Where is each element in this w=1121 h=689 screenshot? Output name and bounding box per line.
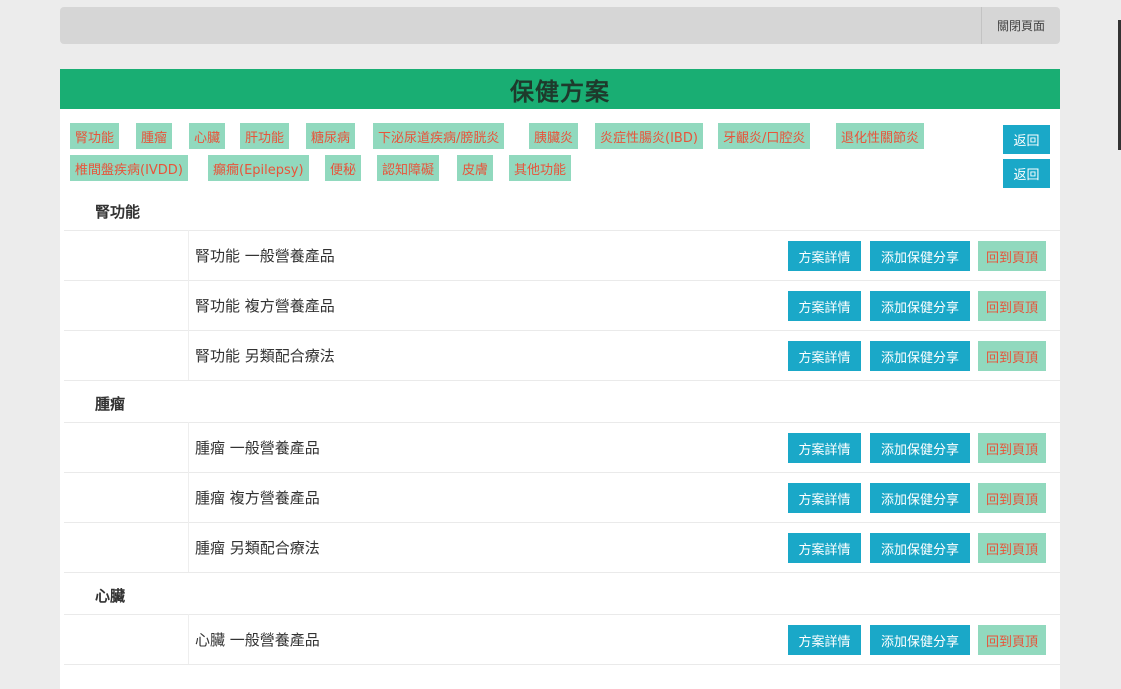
divider xyxy=(64,472,1060,473)
row-separator xyxy=(188,230,189,280)
tag-arthritis[interactable]: 退化性關節炎 xyxy=(836,123,925,149)
tag-pancreatitis[interactable]: 胰臟炎 xyxy=(529,123,579,149)
row-separator xyxy=(188,522,189,572)
plan-detail-button[interactable]: 方案詳情 xyxy=(788,433,861,463)
row-separator xyxy=(188,280,189,330)
divider xyxy=(64,330,1060,331)
plan-item-name: 腫瘤 一般營養產品 xyxy=(195,439,320,457)
back-button-2[interactable]: 返回 xyxy=(1003,159,1050,188)
divider xyxy=(64,230,1060,231)
divider xyxy=(64,422,1060,423)
category-header-kidney: 腎功能 xyxy=(95,203,141,221)
plan-detail-button[interactable]: 方案詳情 xyxy=(788,625,861,655)
category-header-tumor: 腫瘤 xyxy=(95,395,126,413)
divider xyxy=(64,572,1060,573)
add-health-share-button[interactable]: 添加保健分享 xyxy=(870,291,970,321)
back-to-top-button[interactable]: 回到頁頂 xyxy=(978,291,1046,321)
row-separator xyxy=(188,422,189,472)
plan-item-name: 腫瘤 另類配合療法 xyxy=(195,539,320,557)
plan-detail-button[interactable]: 方案詳情 xyxy=(788,291,861,321)
plan-detail-button[interactable]: 方案詳情 xyxy=(788,483,861,513)
plan-item-name: 腎功能 另類配合療法 xyxy=(195,347,335,365)
tag-liver[interactable]: 肝功能 xyxy=(240,123,290,149)
divider xyxy=(64,522,1060,523)
back-to-top-button[interactable]: 回到頁頂 xyxy=(978,341,1046,371)
add-health-share-button[interactable]: 添加保健分享 xyxy=(870,241,970,271)
plan-detail-button[interactable]: 方案詳情 xyxy=(788,341,861,371)
panel-title: 保健方案 xyxy=(60,69,1060,109)
plan-item-name: 腫瘤 複方營養產品 xyxy=(195,489,320,507)
tag-epilepsy[interactable]: 癲癇(Epilepsy) xyxy=(208,155,309,181)
close-page-button[interactable]: 關閉頁面 xyxy=(981,7,1060,44)
divider xyxy=(64,380,1060,381)
row-separator xyxy=(188,330,189,380)
plan-item-name: 心臟 一般營養產品 xyxy=(195,631,320,649)
add-health-share-button[interactable]: 添加保健分享 xyxy=(870,483,970,513)
plan-item-name: 腎功能 複方營養產品 xyxy=(195,297,335,315)
tag-kidney[interactable]: 腎功能 xyxy=(70,123,120,149)
plan-detail-button[interactable]: 方案詳情 xyxy=(788,533,861,563)
health-plan-panel: 保健方案 腎功能 腫瘤 心臟 肝功能 糖尿病 下泌尿道疾病/膀胱炎 胰臟炎 炎症… xyxy=(60,69,1060,689)
tag-urinary[interactable]: 下泌尿道疾病/膀胱炎 xyxy=(373,123,505,149)
tag-ivdd[interactable]: 椎間盤疾病(IVDD) xyxy=(70,155,188,181)
back-button[interactable]: 返回 xyxy=(1003,125,1050,154)
category-header-heart: 心臟 xyxy=(95,587,126,605)
divider xyxy=(64,280,1060,281)
add-health-share-button[interactable]: 添加保健分享 xyxy=(870,433,970,463)
top-bar: 關閉頁面 xyxy=(60,7,1060,44)
add-health-share-button[interactable]: 添加保健分享 xyxy=(870,625,970,655)
tag-ibd[interactable]: 炎症性腸炎(IBD) xyxy=(595,123,703,149)
divider xyxy=(64,614,1060,615)
back-to-top-button[interactable]: 回到頁頂 xyxy=(978,625,1046,655)
plan-detail-button[interactable]: 方案詳情 xyxy=(788,241,861,271)
divider xyxy=(64,664,1060,665)
row-separator xyxy=(188,472,189,522)
row-separator xyxy=(188,614,189,664)
add-health-share-button[interactable]: 添加保健分享 xyxy=(870,341,970,371)
tag-tumor[interactable]: 腫瘤 xyxy=(136,123,173,149)
tag-gingivitis[interactable]: 牙齦炎/口腔炎 xyxy=(718,123,811,149)
tag-cognitive[interactable]: 認知障礙 xyxy=(377,155,440,181)
back-to-top-button[interactable]: 回到頁頂 xyxy=(978,483,1046,513)
back-to-top-button[interactable]: 回到頁頂 xyxy=(978,241,1046,271)
plan-item-name: 腎功能 一般營養產品 xyxy=(195,247,335,265)
tag-other[interactable]: 其他功能 xyxy=(509,155,572,181)
back-to-top-button[interactable]: 回到頁頂 xyxy=(978,433,1046,463)
tag-skin[interactable]: 皮膚 xyxy=(457,155,494,181)
back-to-top-button[interactable]: 回到頁頂 xyxy=(978,533,1046,563)
tag-diabetes[interactable]: 糖尿病 xyxy=(306,123,356,149)
tag-heart[interactable]: 心臟 xyxy=(189,123,226,149)
add-health-share-button[interactable]: 添加保健分享 xyxy=(870,533,970,563)
tag-constipation[interactable]: 便秘 xyxy=(325,155,362,181)
